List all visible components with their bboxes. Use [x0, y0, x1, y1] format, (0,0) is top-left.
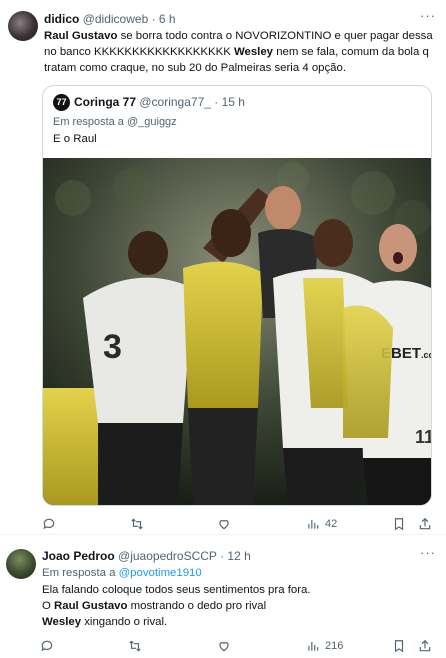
like-button[interactable] — [217, 637, 236, 655]
text-part: xingando o rival. — [81, 616, 168, 628]
retweet-button[interactable] — [130, 515, 149, 533]
bookmark-icon — [394, 640, 404, 653]
jersey-number-left: 3 — [103, 328, 122, 366]
reply-icon — [41, 640, 53, 652]
quoted-avatar: 77 — [53, 94, 70, 111]
bookmark-button[interactable] — [392, 515, 406, 533]
like-button[interactable] — [217, 515, 236, 533]
bookmark-button[interactable] — [392, 637, 406, 655]
more-options-icon[interactable]: ··· — [420, 8, 436, 23]
mention-bold-wesley: Wesley — [233, 46, 274, 58]
mention-bold-raul: Raul Gustavo — [44, 30, 118, 42]
author-handle[interactable]: @didicoweb — [83, 12, 149, 26]
quoted-header: Coringa 77 @coringa77_ · 15 h — [74, 94, 245, 110]
avatar[interactable] — [6, 549, 36, 579]
quoted-text: E o Raul — [53, 133, 97, 145]
tweet-text: Raul Gustavo se borra todo contra o NOVO… — [44, 28, 434, 76]
tweet-text-line1: Ela falando coloque todos seus sentiment… — [42, 584, 311, 596]
views-icon — [308, 519, 319, 529]
reply-to-handle-link[interactable]: @povotime1910 — [119, 567, 202, 579]
jersey-number-right: 11 — [415, 427, 431, 447]
heart-icon — [219, 520, 229, 530]
views-icon — [308, 641, 319, 651]
reply-button[interactable] — [42, 515, 61, 533]
quoted-tweet[interactable]: 77 Coringa 77 @coringa77_ · 15 h Em resp… — [42, 85, 432, 506]
reply-to-line: Em resposta a @povotime1910 — [42, 565, 202, 581]
avatar[interactable] — [8, 11, 38, 41]
mention-bold-wesley: Wesley — [42, 616, 82, 628]
tweet-didico[interactable]: didico @didicoweb · 6 h ··· Raul Gustavo… — [0, 0, 446, 535]
tweet-header: Joao Pedroo @juaopedroSCCP · 12 h — [42, 548, 251, 564]
reply-button[interactable] — [40, 637, 59, 655]
text-part: mostrando o dedo pro rival — [127, 600, 267, 612]
tweet-text-line2: O Raul Gustavo mostrando o dedo pro riva… — [42, 598, 266, 614]
quoted-author-handle: @coringa77_ — [139, 95, 211, 109]
tweet-header: didico @didicoweb · 6 h — [44, 11, 176, 27]
author-name[interactable]: Joao Pedroo — [42, 549, 115, 563]
tweet-actions: 216 — [40, 637, 432, 655]
retweet-button[interactable] — [128, 637, 147, 655]
reply-icon — [43, 518, 55, 530]
tweet-time[interactable]: · 12 h — [220, 549, 251, 563]
retweet-icon — [131, 518, 143, 530]
bookmark-icon — [394, 518, 404, 531]
share-icon — [419, 639, 431, 652]
views-button[interactable]: 42 — [306, 515, 337, 533]
author-name[interactable]: didico — [44, 12, 79, 26]
celebration-photo[interactable]: 3 EBET.com 11 — [43, 158, 431, 505]
photo-illustration: 3 EBET.com 11 — [43, 158, 431, 505]
quoted-author-name: Coringa 77 — [74, 95, 137, 109]
views-count: 42 — [325, 518, 338, 530]
tweet-joao-pedroo[interactable]: Joao Pedroo @juaopedroSCCP · 12 h ··· Em… — [0, 536, 446, 658]
share-icon — [419, 517, 431, 530]
views-count: 216 — [325, 640, 344, 652]
heart-icon — [219, 642, 229, 652]
quoted-time: · 15 h — [214, 95, 245, 109]
mention-bold-raul: Raul Gustavo — [54, 600, 128, 612]
tweet-text-line3: Wesley xingando o rival. — [42, 614, 167, 630]
tweet-actions: 42 — [42, 515, 434, 533]
quoted-reply-to: Em resposta a @_guiggz — [53, 116, 177, 128]
views-button[interactable]: 216 — [306, 637, 343, 655]
tweet-time[interactable]: · 6 h — [152, 12, 176, 26]
more-options-icon[interactable]: ··· — [420, 545, 436, 560]
author-handle[interactable]: @juaopedroSCCP — [118, 549, 217, 563]
share-button[interactable] — [418, 637, 432, 655]
retweet-icon — [129, 640, 141, 652]
reply-prefix: Em resposta a — [42, 567, 119, 579]
share-button[interactable] — [418, 515, 432, 533]
text-part: O — [42, 600, 55, 612]
